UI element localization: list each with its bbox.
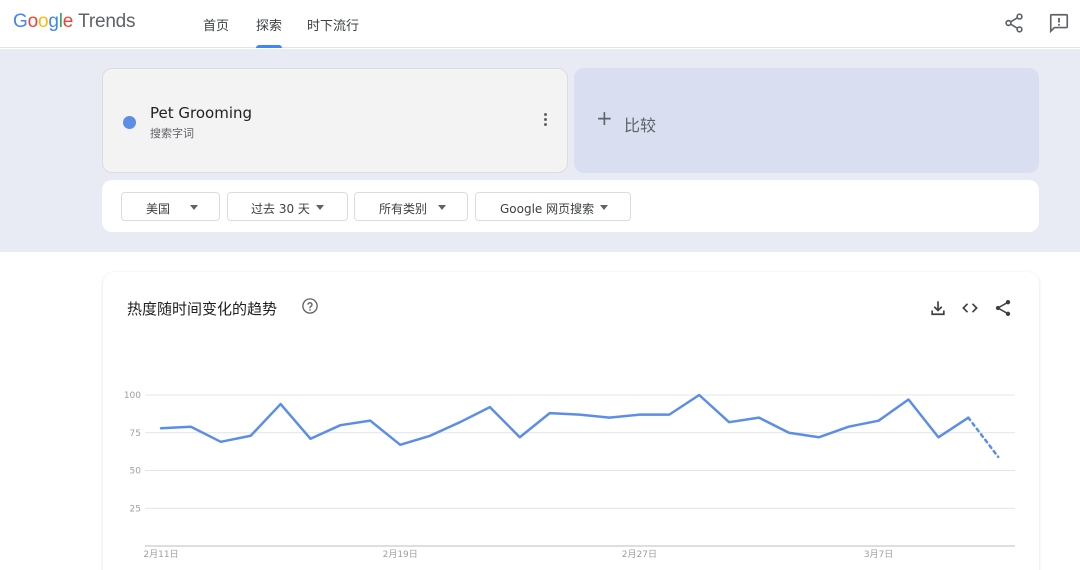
active-tab-indicator xyxy=(256,45,282,48)
y-tick-label: 100 xyxy=(124,391,141,401)
search-type-dropdown[interactable]: Google 网页搜索 xyxy=(475,192,631,221)
search-type-label: Google 网页搜索 xyxy=(500,202,595,216)
compare-button[interactable]: + 比较 xyxy=(574,68,1039,173)
region-label: 美国 xyxy=(146,202,171,216)
chevron-down-icon xyxy=(190,205,198,210)
x-tick-label: 2月11日 xyxy=(143,549,178,560)
feedback-icon[interactable] xyxy=(1048,12,1070,34)
interest-line-chart: 100 75 50 25 2月11日 2月19日 2月27日 3月7日 xyxy=(124,391,1015,560)
search-term-card[interactable]: Pet Grooming 搜索字词 xyxy=(102,68,568,173)
time-range-label: 过去 30 天 xyxy=(251,202,310,216)
category-label: 所有类别 xyxy=(379,202,428,216)
compare-label: 比较 xyxy=(624,116,657,135)
plus-icon: + xyxy=(596,106,613,130)
interest-over-time-card: 热度随时间变化的趋势 100 75 50 25 2月11日 2月19日 2月27日 3月7日 xyxy=(103,272,1039,570)
more-options-icon[interactable] xyxy=(537,111,553,131)
top-app-bar: Google Trends 首页 探索 时下流行 xyxy=(0,0,1080,48)
share-icon[interactable] xyxy=(1003,12,1025,34)
filter-bar: 美国 过去 30 天 所有类别 Google 网页搜索 xyxy=(102,180,1039,232)
chevron-down-icon xyxy=(316,205,324,210)
y-tick-label: 50 xyxy=(130,467,142,477)
y-tick-label: 75 xyxy=(130,429,141,439)
logo-google: Google xyxy=(13,11,74,32)
x-tick-label: 2月27日 xyxy=(622,549,657,560)
series-line-partial xyxy=(967,416,1000,459)
x-tick-label: 3月7日 xyxy=(864,549,893,560)
region-dropdown[interactable]: 美国 xyxy=(121,192,220,221)
time-range-dropdown[interactable]: 过去 30 天 xyxy=(227,192,348,221)
search-term-name: Pet Grooming xyxy=(150,104,253,122)
series-line xyxy=(159,393,970,447)
x-tick-label: 2月19日 xyxy=(383,549,418,560)
series-color-dot xyxy=(123,116,136,129)
search-term-type: 搜索字词 xyxy=(150,127,194,140)
tab-explore[interactable]: 探索 xyxy=(256,15,282,34)
category-dropdown[interactable]: 所有类别 xyxy=(354,192,468,221)
chevron-down-icon xyxy=(438,205,446,210)
tab-home[interactable]: 首页 xyxy=(203,15,229,34)
chevron-down-icon xyxy=(600,205,608,210)
logo-trends: Trends xyxy=(78,11,136,32)
tab-trending-now[interactable]: 时下流行 xyxy=(307,15,359,34)
google-trends-logo[interactable]: Google Trends xyxy=(13,11,136,33)
y-tick-label: 25 xyxy=(130,504,141,514)
